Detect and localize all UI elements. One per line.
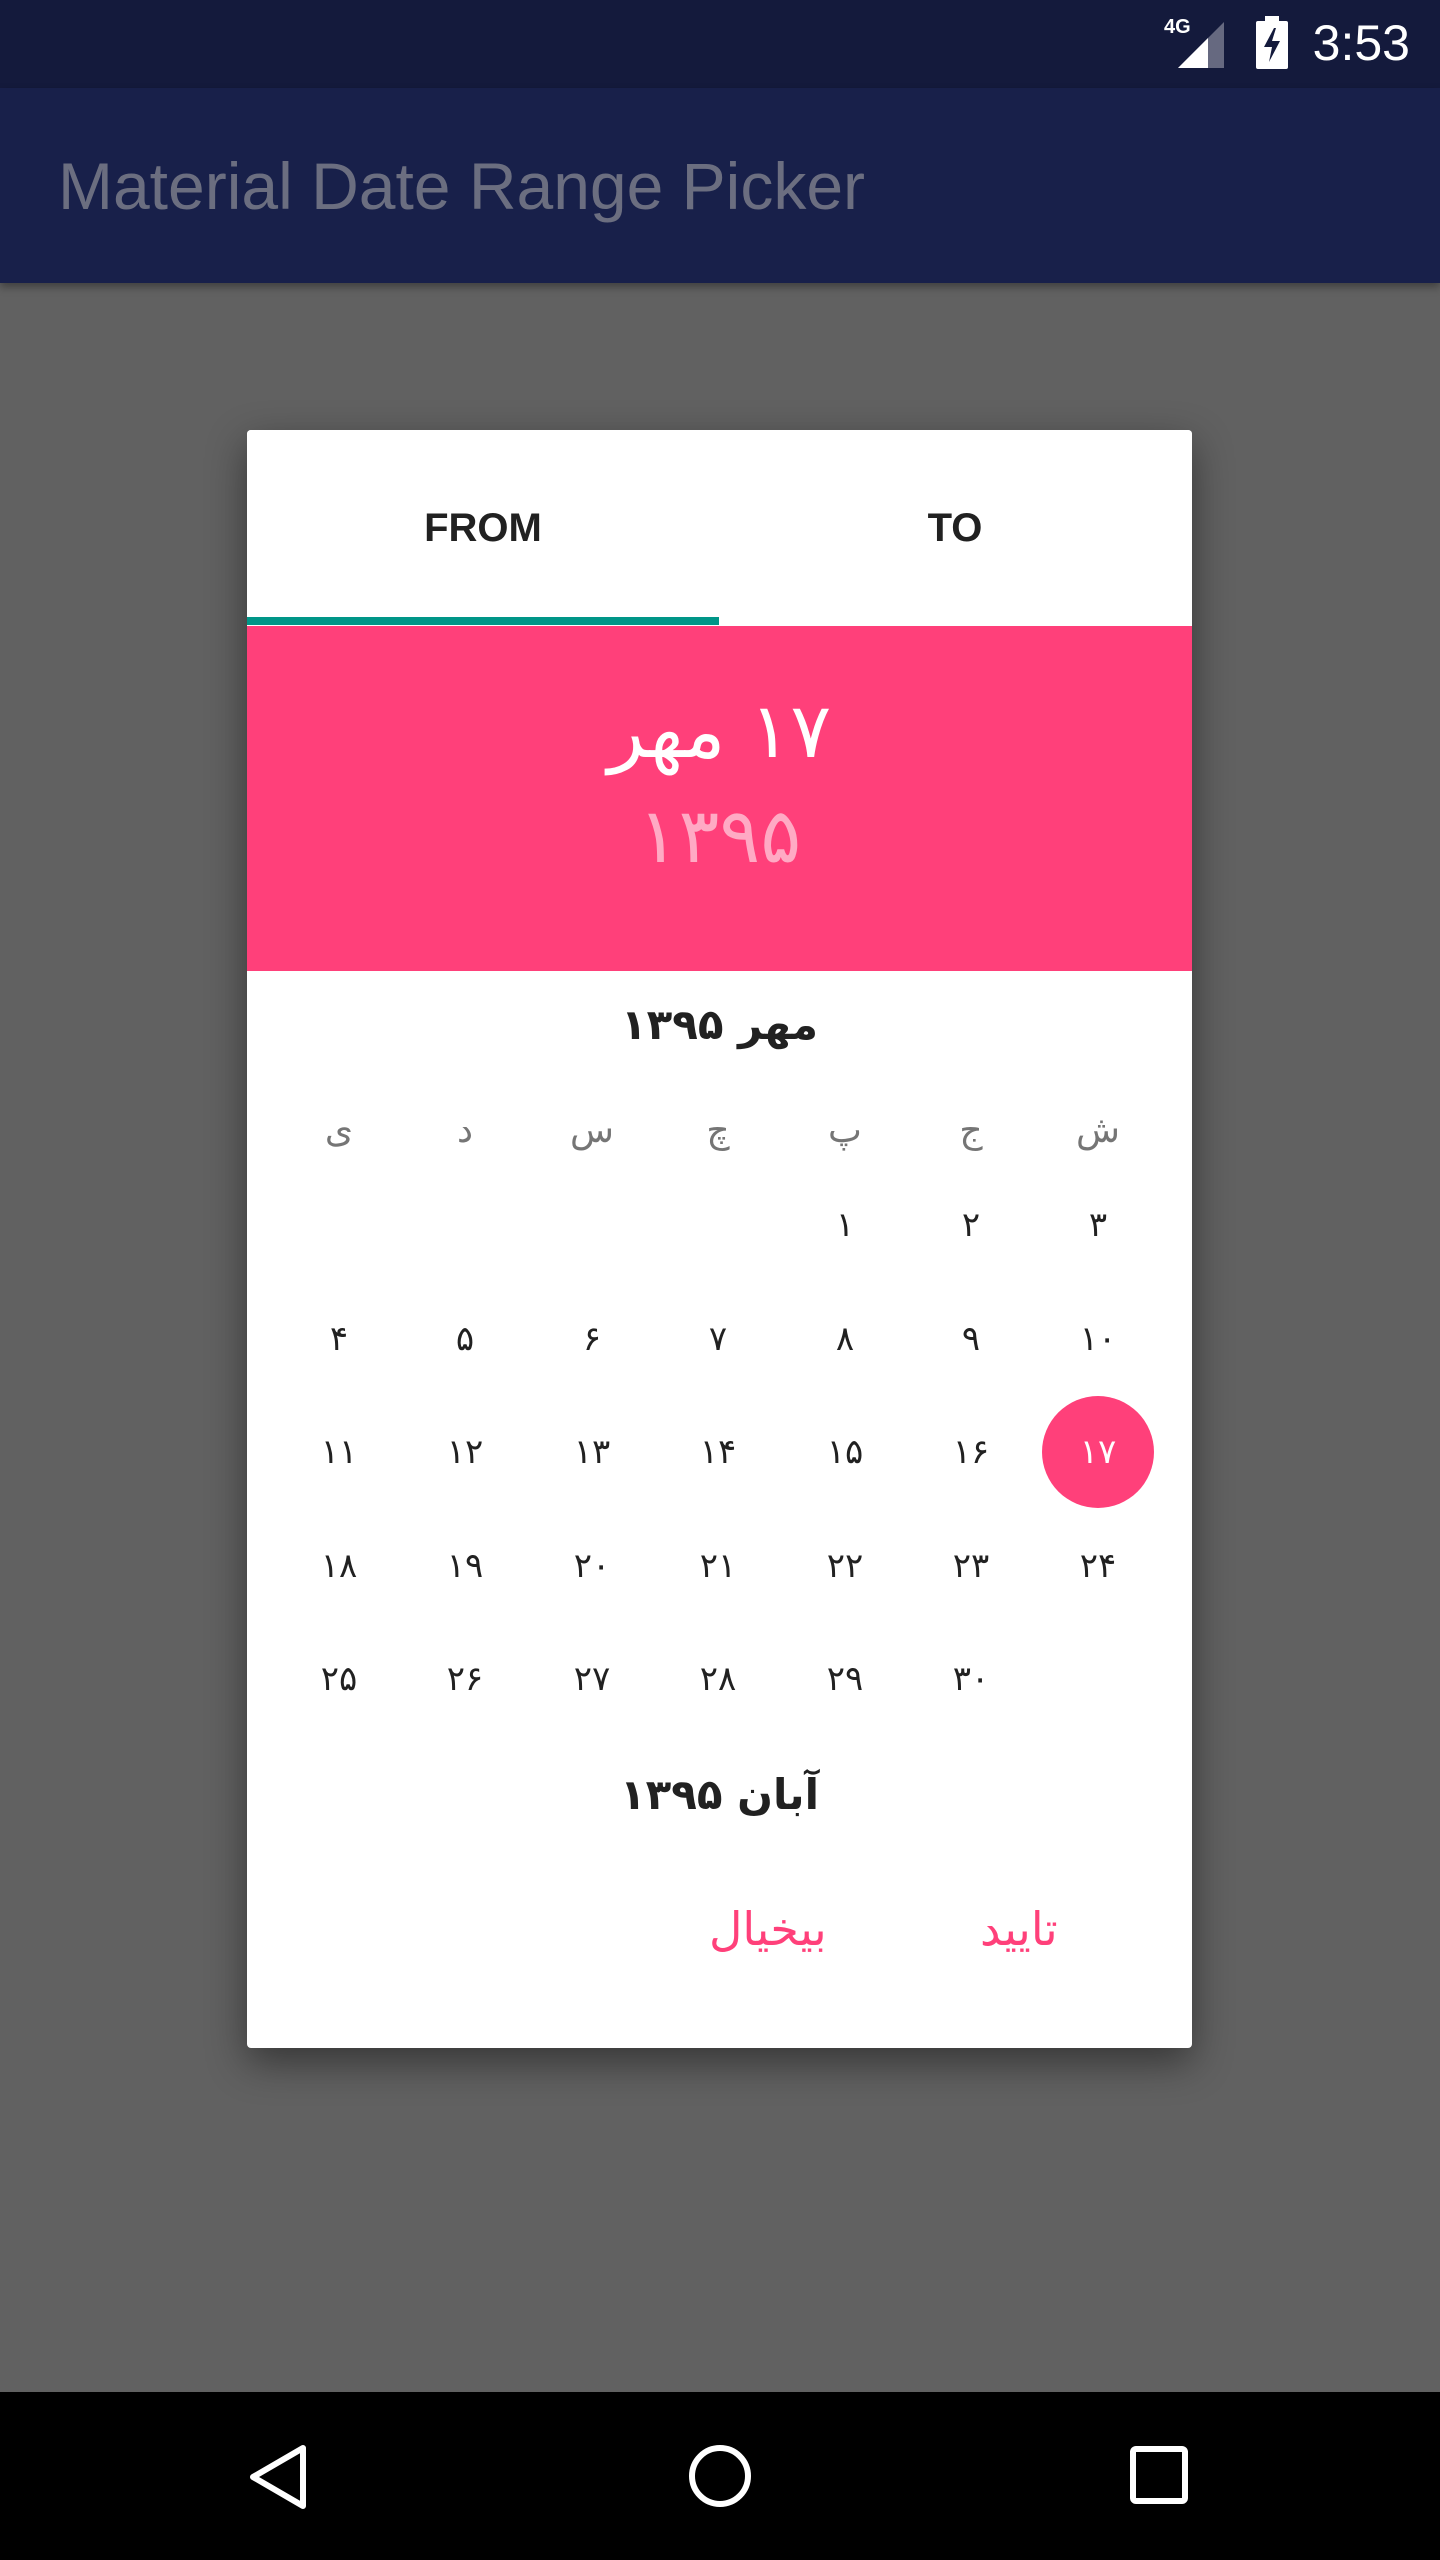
day-cell[interactable]: ۳۰ <box>915 1623 1027 1735</box>
weekday-label: چ <box>706 1110 730 1151</box>
day-cell[interactable]: ۱۲ <box>409 1396 521 1508</box>
day-cell[interactable]: ۱۸ <box>283 1510 395 1622</box>
weekday-label: ی <box>324 1110 354 1151</box>
recents-icon[interactable] <box>1128 2444 1190 2506</box>
weekday-label: ش <box>1076 1110 1120 1151</box>
day-cell[interactable]: ۹ <box>915 1283 1027 1395</box>
day-cell[interactable]: ۸ <box>789 1283 901 1395</box>
weekday-label: پ <box>828 1110 862 1151</box>
day-cell[interactable]: ۲۰ <box>536 1510 648 1622</box>
date-range-dialog: FROM TO ۱۷ مهر ۱۳۹۵ مهر ۱۳۹۵ آبان ۱۳۹۵ ت… <box>247 430 1192 2048</box>
day-cell[interactable]: ۱۴ <box>662 1396 774 1508</box>
day-cell[interactable]: ۱۰ <box>1042 1283 1154 1395</box>
day-cell[interactable]: ۴ <box>283 1283 395 1395</box>
day-cell[interactable]: ۳ <box>1042 1169 1154 1281</box>
day-cell[interactable]: ۲ <box>915 1169 1027 1281</box>
day-cell[interactable]: ۱ <box>789 1169 901 1281</box>
tab-bar: FROM TO <box>247 430 1192 626</box>
day-cell[interactable]: ۲۸ <box>662 1623 774 1735</box>
day-cell[interactable]: ۷ <box>662 1283 774 1395</box>
cancel-button[interactable]: بیخیال <box>709 1902 827 1956</box>
tab-to[interactable]: TO <box>719 430 1191 626</box>
header-selected-date[interactable]: ۱۷ مهر <box>247 686 1192 775</box>
status-bar: 4G 3:53 <box>0 0 1440 88</box>
day-cell[interactable]: ۵ <box>409 1283 521 1395</box>
day-cell[interactable]: ۲۳ <box>915 1510 1027 1622</box>
weekday-label: ج <box>959 1110 983 1151</box>
ok-button[interactable]: تایید <box>980 1902 1058 1956</box>
day-cell[interactable]: ۱۱ <box>283 1396 395 1508</box>
day-cell[interactable]: ۱۶ <box>915 1396 1027 1508</box>
day-cell[interactable]: ۲۵ <box>283 1623 395 1735</box>
selected-date-header: ۱۷ مهر ۱۳۹۵ <box>247 626 1192 971</box>
header-year[interactable]: ۱۳۹۵ <box>247 791 1192 880</box>
weekday-label: س <box>570 1110 614 1151</box>
home-icon[interactable] <box>686 2442 754 2510</box>
month-title: مهر ۱۳۹۵ <box>620 1000 819 1049</box>
day-cell[interactable]: ۱۵ <box>789 1396 901 1508</box>
tab-indicator <box>247 617 719 625</box>
tab-from[interactable]: FROM <box>247 430 719 626</box>
day-cell[interactable]: ۶ <box>536 1283 648 1395</box>
day-cell[interactable]: ۲۲ <box>789 1510 901 1622</box>
day-cell[interactable]: ۱۹ <box>409 1510 521 1622</box>
day-cell[interactable]: ۲۶ <box>409 1623 521 1735</box>
day-cell-selected[interactable]: ۱۷ <box>1042 1396 1154 1508</box>
day-cell[interactable]: ۲۷ <box>536 1623 648 1735</box>
back-icon[interactable] <box>245 2442 315 2512</box>
next-month-title: آبان ۱۳۹۵ <box>620 1770 819 1819</box>
day-cell[interactable]: ۲۱ <box>662 1510 774 1622</box>
day-cell[interactable]: ۲۹ <box>789 1623 901 1735</box>
day-cell[interactable]: ۱۳ <box>536 1396 648 1508</box>
signal-icon: 4G <box>1164 16 1228 70</box>
weekday-label: د <box>456 1110 474 1151</box>
app-title: Material Date Range Picker <box>58 149 866 223</box>
status-time: 3:53 <box>1312 15 1410 71</box>
battery-charging-icon <box>1254 16 1290 70</box>
app-bar: Material Date Range Picker <box>0 88 1440 283</box>
day-cell[interactable]: ۲۴ <box>1042 1510 1154 1622</box>
navigation-bar <box>0 2392 1440 2560</box>
